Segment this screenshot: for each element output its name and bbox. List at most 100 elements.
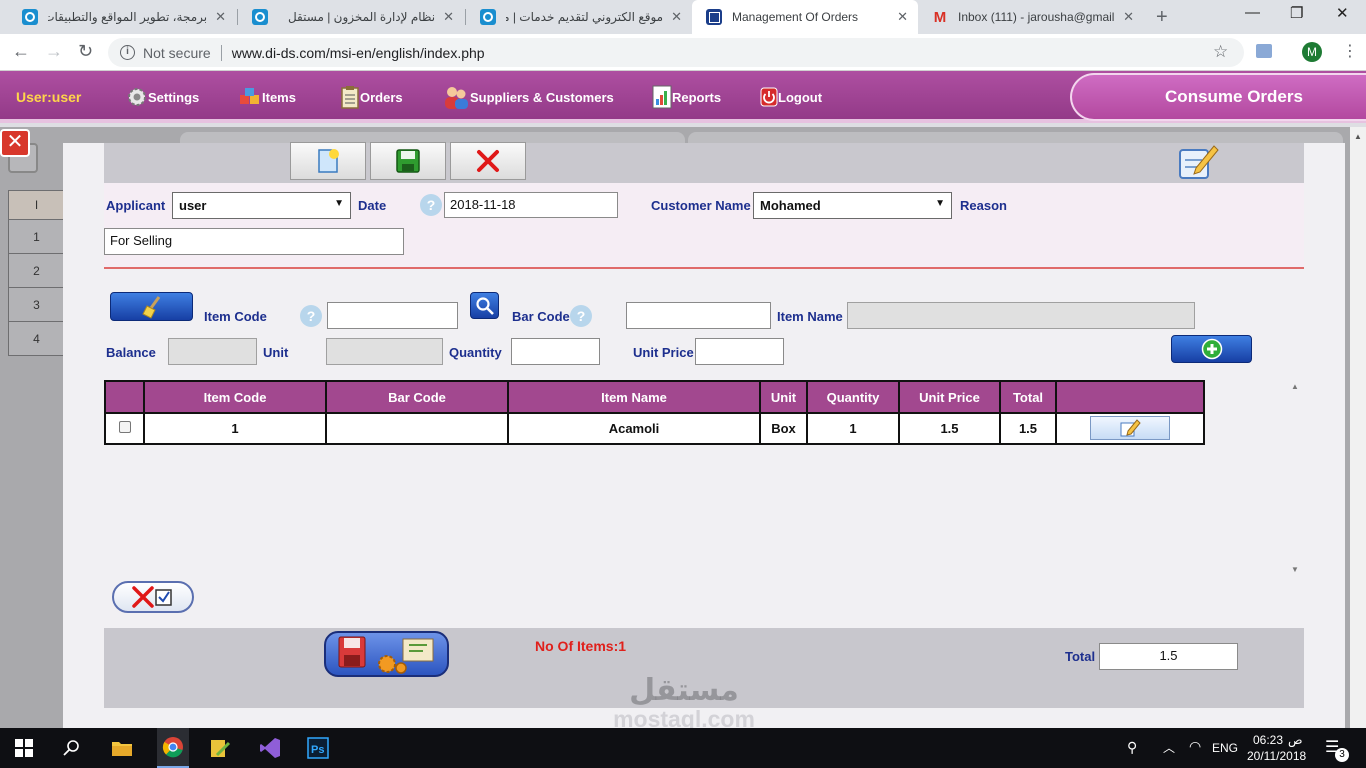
cell-bar-code xyxy=(325,412,509,445)
row-select-cell xyxy=(104,412,145,445)
chevron-down-icon: ▼ xyxy=(935,198,945,209)
table-row: 1 Acamoli Box 1 1.5 1.5 xyxy=(104,412,1205,445)
people-icon[interactable]: ⚲ xyxy=(1127,739,1137,756)
add-item-button[interactable] xyxy=(1171,335,1252,363)
scroll-down-icon[interactable]: ▼ xyxy=(1291,565,1299,574)
chrome-icon xyxy=(162,737,183,758)
search-button[interactable] xyxy=(58,734,86,762)
cancel-button[interactable] xyxy=(450,142,526,180)
forward-icon[interactable]: → xyxy=(45,41,63,62)
profile-avatar[interactable]: M xyxy=(1302,42,1322,62)
plus-circle-icon xyxy=(1201,338,1222,360)
address-bar[interactable]: i Not secure www.di-ds.com/msi-en/englis… xyxy=(108,38,1244,67)
photoshop-button[interactable]: Ps xyxy=(304,734,332,762)
language-indicator[interactable]: ENG xyxy=(1212,741,1238,755)
menu-reports[interactable]: Reports xyxy=(652,85,721,109)
bookmark-star-icon[interactable]: ☆ xyxy=(1213,42,1228,62)
save-order-button[interactable] xyxy=(324,631,449,677)
delete-checked-icon xyxy=(132,586,172,608)
back-icon[interactable]: ← xyxy=(12,41,30,62)
cell-actions xyxy=(1055,412,1205,445)
reload-icon[interactable]: ↻ xyxy=(78,41,93,62)
menu-orders[interactable]: Orders xyxy=(340,85,403,109)
browser-tab-3[interactable]: Management Of Orders ✕ xyxy=(692,0,918,34)
customer-select[interactable]: Mohamed ▼ xyxy=(753,192,952,219)
help-icon[interactable]: ? xyxy=(570,305,592,327)
scroll-up-icon[interactable]: ▲ xyxy=(1291,382,1299,391)
restore-icon[interactable]: ❐ xyxy=(1290,4,1303,22)
notification-count-badge: 3 xyxy=(1335,748,1349,762)
minimize-icon[interactable]: — xyxy=(1245,4,1260,21)
applicant-select[interactable]: user ▼ xyxy=(172,192,351,219)
new-button[interactable] xyxy=(290,142,366,180)
visual-studio-button[interactable] xyxy=(256,734,284,762)
page-title: Consume Orders xyxy=(1070,73,1366,121)
menu-label: Suppliers & Customers xyxy=(470,89,614,105)
scroll-up-icon[interactable]: ▲ xyxy=(1354,132,1362,141)
help-icon[interactable]: ? xyxy=(420,194,442,216)
save-button[interactable] xyxy=(370,142,446,180)
url-text[interactable]: www.di-ds.com/msi-en/english/index.php xyxy=(232,45,485,61)
menu-settings[interactable]: Settings xyxy=(126,85,199,109)
menu-items[interactable]: Items xyxy=(238,85,296,109)
clock-time[interactable]: 06:23 xyxy=(1253,733,1283,747)
unit-price-input[interactable] xyxy=(695,338,784,365)
browser-tab-2[interactable]: موقع الكتروني لتقديم خدمات | مـ ✕ xyxy=(466,0,692,34)
broom-icon xyxy=(141,295,160,319)
start-button[interactable] xyxy=(10,734,38,762)
browser-tab-0[interactable]: برمجة، تطوير المواقع والتطبيقات ✕ xyxy=(8,0,236,34)
list-item: 3 xyxy=(8,288,65,322)
wifi-icon[interactable]: ◠ xyxy=(1189,738,1201,755)
menu-logout[interactable]: Logout xyxy=(760,85,822,109)
reason-input[interactable]: For Selling xyxy=(104,228,404,255)
close-icon[interactable]: ✕ xyxy=(1123,9,1134,25)
new-tab-icon[interactable]: + xyxy=(1156,6,1168,29)
balance-label: Balance xyxy=(106,345,156,360)
unit-price-label: Unit Price xyxy=(633,345,694,360)
tray-chevron-up-icon[interactable]: ︿ xyxy=(1163,739,1175,756)
cell-item-name: Acamoli xyxy=(507,412,761,445)
table-scrollbar[interactable]: ▲ ▼ xyxy=(1286,380,1304,578)
edit-note-icon xyxy=(1120,419,1141,437)
file-explorer-button[interactable] xyxy=(108,734,136,762)
extension-icon[interactable] xyxy=(1256,44,1272,58)
mostaql-icon xyxy=(252,9,268,25)
info-icon[interactable]: i xyxy=(120,45,135,60)
gmail-icon: M xyxy=(933,8,947,26)
tab-label: Management Of Orders xyxy=(732,10,859,24)
clear-button[interactable] xyxy=(110,292,193,321)
close-icon[interactable]: ✕ xyxy=(443,9,454,25)
customer-value: Mohamed xyxy=(760,198,821,213)
window-close-icon[interactable]: ✕ xyxy=(1336,4,1349,22)
page-scrollbar[interactable]: ▲ xyxy=(1350,127,1366,728)
edit-row-button[interactable] xyxy=(1090,416,1170,440)
visual-studio-icon xyxy=(260,738,280,758)
clock-date[interactable]: 20/11/2018 xyxy=(1247,749,1306,763)
menu-kebab-icon[interactable]: ⋮ xyxy=(1342,41,1358,61)
search-button[interactable] xyxy=(470,292,499,319)
quantity-input[interactable] xyxy=(511,338,600,365)
column-header-item-name: Item Name xyxy=(507,380,761,414)
people-icon xyxy=(445,87,468,109)
browser-tab-1[interactable]: نظام لإدارة المخزون | مستقل ✕ xyxy=(238,0,464,34)
help-icon[interactable]: ? xyxy=(300,305,322,327)
delete-selected-button[interactable] xyxy=(112,581,194,613)
app-button[interactable] xyxy=(206,734,234,762)
close-icon[interactable]: ✕ xyxy=(897,9,908,25)
menu-label: Logout xyxy=(778,89,823,105)
chrome-button[interactable] xyxy=(157,728,189,768)
unit-field xyxy=(326,338,443,365)
close-icon[interactable]: ✕ xyxy=(215,9,226,25)
tab-label: نظام لإدارة المخزون | مستقل xyxy=(287,10,436,24)
item-code-input[interactable] xyxy=(327,302,458,329)
bar-code-input[interactable] xyxy=(626,302,771,329)
photoshop-icon: Ps xyxy=(307,737,329,759)
tools-icon xyxy=(211,740,231,757)
security-label: Not secure xyxy=(143,44,211,61)
close-icon[interactable]: ✕ xyxy=(0,129,30,157)
row-checkbox[interactable] xyxy=(118,421,131,433)
menu-suppliers-customers[interactable]: Suppliers & Customers xyxy=(442,85,614,109)
date-input[interactable]: 2018-11-18 xyxy=(444,192,618,218)
close-icon[interactable]: ✕ xyxy=(671,9,682,25)
browser-tab-4[interactable]: M Inbox (111) - jarousha@gmail.c ✕ xyxy=(918,0,1144,34)
